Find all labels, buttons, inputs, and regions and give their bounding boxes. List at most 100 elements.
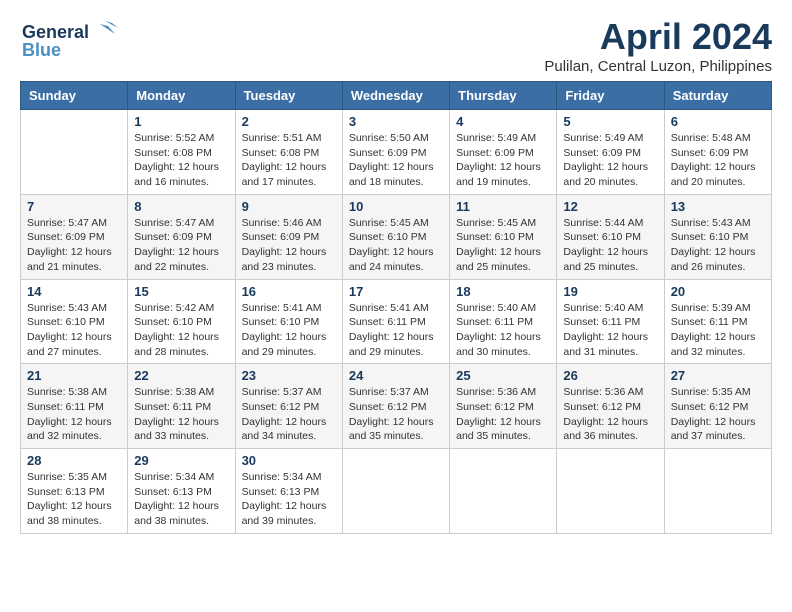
calendar-cell: 28Sunrise: 5:35 AM Sunset: 6:13 PM Dayli…: [21, 449, 128, 534]
day-info: Sunrise: 5:36 AM Sunset: 6:12 PM Dayligh…: [563, 385, 657, 444]
day-info: Sunrise: 5:49 AM Sunset: 6:09 PM Dayligh…: [456, 131, 550, 190]
day-number: 15: [134, 284, 228, 299]
day-info: Sunrise: 5:45 AM Sunset: 6:10 PM Dayligh…: [349, 216, 443, 275]
day-number: 3: [349, 114, 443, 129]
day-number: 10: [349, 199, 443, 214]
header-cell-saturday: Saturday: [664, 82, 771, 110]
calendar-cell: 19 Sunrise: 5:40 AM Sunset: 6:11 PM Dayli…: [557, 279, 664, 364]
calendar-cell: 10 Sunrise: 5:45 AM Sunset: 6:10 PM Dayli…: [342, 194, 449, 279]
day-number: 28: [27, 453, 121, 468]
day-number: 26: [563, 368, 657, 383]
week-row-3: 21 Sunrise: 5:38 AM Sunset: 6:11 PM Dayli…: [21, 364, 772, 449]
day-info: Sunrise: 5:34 AM Sunset: 6:13 PM Dayligh…: [242, 470, 336, 529]
day-number: 25: [456, 368, 550, 383]
day-info: Sunrise: 5:46 AM Sunset: 6:09 PM Dayligh…: [242, 216, 336, 275]
calendar-cell: 7 Sunrise: 5:47 AM Sunset: 6:09 PM Daylig…: [21, 194, 128, 279]
day-number: 27: [671, 368, 765, 383]
day-number: 19: [563, 284, 657, 299]
calendar-cell: [21, 110, 128, 195]
day-number: 20: [671, 284, 765, 299]
calendar-cell: 15 Sunrise: 5:42 AM Sunset: 6:10 PM Dayli…: [128, 279, 235, 364]
calendar-cell: [664, 449, 771, 534]
calendar-cell: 13Sunrise: 5:43 AM Sunset: 6:10 PM Dayli…: [664, 194, 771, 279]
calendar-cell: 2 Sunrise: 5:51 AM Sunset: 6:08 PM Daylig…: [235, 110, 342, 195]
calendar-cell: [450, 449, 557, 534]
day-info: Sunrise: 5:41 AM Sunset: 6:11 PM Dayligh…: [349, 301, 443, 360]
day-info: Sunrise: 5:49 AM Sunset: 6:09 PM Dayligh…: [563, 131, 657, 190]
calendar-cell: 17Sunrise: 5:41 AM Sunset: 6:11 PM Dayli…: [342, 279, 449, 364]
day-number: 30: [242, 453, 336, 468]
day-number: 18: [456, 284, 550, 299]
day-number: 22: [134, 368, 228, 383]
day-info: Sunrise: 5:35 AM Sunset: 6:12 PM Dayligh…: [671, 385, 765, 444]
calendar-cell: 24 Sunrise: 5:37 AM Sunset: 6:12 PM Dayli…: [342, 364, 449, 449]
day-info: Sunrise: 5:43 AM Sunset: 6:10 PM Dayligh…: [27, 301, 121, 360]
day-info: Sunrise: 5:34 AM Sunset: 6:13 PM Dayligh…: [134, 470, 228, 529]
day-info: Sunrise: 5:37 AM Sunset: 6:12 PM Dayligh…: [349, 385, 443, 444]
day-info: Sunrise: 5:48 AM Sunset: 6:09 PM Dayligh…: [671, 131, 765, 190]
day-info: Sunrise: 5:40 AM Sunset: 6:11 PM Dayligh…: [456, 301, 550, 360]
header-cell-sunday: Sunday: [21, 82, 128, 110]
day-number: 13: [671, 199, 765, 214]
header-cell-friday: Friday: [557, 82, 664, 110]
calendar-cell: 22Sunrise: 5:38 AM Sunset: 6:11 PM Dayli…: [128, 364, 235, 449]
day-info: Sunrise: 5:47 AM Sunset: 6:09 PM Dayligh…: [27, 216, 121, 275]
day-info: Sunrise: 5:36 AM Sunset: 6:12 PM Dayligh…: [456, 385, 550, 444]
calendar-cell: 30 Sunrise: 5:34 AM Sunset: 6:13 PM Dayli…: [235, 449, 342, 534]
day-number: 2: [242, 114, 336, 129]
day-info: Sunrise: 5:47 AM Sunset: 6:09 PM Dayligh…: [134, 216, 228, 275]
calendar-cell: 3Sunrise: 5:50 AM Sunset: 6:09 PM Daylig…: [342, 110, 449, 195]
calendar-table: SundayMondayTuesdayWednesdayThursdayFrid…: [20, 81, 772, 534]
calendar-cell: 26 Sunrise: 5:36 AM Sunset: 6:12 PM Dayli…: [557, 364, 664, 449]
calendar-cell: 4 Sunrise: 5:49 AM Sunset: 6:09 PM Daylig…: [450, 110, 557, 195]
svg-text:Blue: Blue: [22, 40, 61, 60]
week-row-4: 28Sunrise: 5:35 AM Sunset: 6:13 PM Dayli…: [21, 449, 772, 534]
month-title: April 2024: [544, 16, 772, 58]
header-cell-tuesday: Tuesday: [235, 82, 342, 110]
calendar-cell: 11 Sunrise: 5:45 AM Sunset: 6:10 PM Dayli…: [450, 194, 557, 279]
header-cell-thursday: Thursday: [450, 82, 557, 110]
day-number: 5: [563, 114, 657, 129]
day-number: 14: [27, 284, 121, 299]
calendar-cell: [342, 449, 449, 534]
calendar-cell: 14 Sunrise: 5:43 AM Sunset: 6:10 PM Dayli…: [21, 279, 128, 364]
calendar-header: SundayMondayTuesdayWednesdayThursdayFrid…: [21, 82, 772, 110]
page-header: General Blue April 2024 Pulilan, Central…: [20, 16, 772, 75]
title-block: April 2024 Pulilan, Central Luzon, Phili…: [544, 16, 772, 75]
day-number: 6: [671, 114, 765, 129]
calendar-cell: 9 Sunrise: 5:46 AM Sunset: 6:09 PM Daylig…: [235, 194, 342, 279]
calendar-body: 1Sunrise: 5:52 AM Sunset: 6:08 PM Daylig…: [21, 110, 772, 534]
day-info: Sunrise: 5:37 AM Sunset: 6:12 PM Dayligh…: [242, 385, 336, 444]
calendar-cell: 27 Sunrise: 5:35 AM Sunset: 6:12 PM Dayli…: [664, 364, 771, 449]
calendar-cell: [557, 449, 664, 534]
day-info: Sunrise: 5:40 AM Sunset: 6:11 PM Dayligh…: [563, 301, 657, 360]
day-number: 1: [134, 114, 228, 129]
day-number: 9: [242, 199, 336, 214]
week-row-1: 7 Sunrise: 5:47 AM Sunset: 6:09 PM Daylig…: [21, 194, 772, 279]
calendar-cell: 18 Sunrise: 5:40 AM Sunset: 6:11 PM Dayli…: [450, 279, 557, 364]
calendar-cell: 8Sunrise: 5:47 AM Sunset: 6:09 PM Daylig…: [128, 194, 235, 279]
calendar-cell: 20 Sunrise: 5:39 AM Sunset: 6:11 PM Dayli…: [664, 279, 771, 364]
week-row-0: 1Sunrise: 5:52 AM Sunset: 6:08 PM Daylig…: [21, 110, 772, 195]
day-info: Sunrise: 5:41 AM Sunset: 6:10 PM Dayligh…: [242, 301, 336, 360]
calendar-cell: 29Sunrise: 5:34 AM Sunset: 6:13 PM Dayli…: [128, 449, 235, 534]
day-info: Sunrise: 5:45 AM Sunset: 6:10 PM Dayligh…: [456, 216, 550, 275]
day-info: Sunrise: 5:42 AM Sunset: 6:10 PM Dayligh…: [134, 301, 228, 360]
calendar-cell: 25 Sunrise: 5:36 AM Sunset: 6:12 PM Dayli…: [450, 364, 557, 449]
header-row: SundayMondayTuesdayWednesdayThursdayFrid…: [21, 82, 772, 110]
day-info: Sunrise: 5:51 AM Sunset: 6:08 PM Dayligh…: [242, 131, 336, 190]
day-info: Sunrise: 5:39 AM Sunset: 6:11 PM Dayligh…: [671, 301, 765, 360]
day-info: Sunrise: 5:38 AM Sunset: 6:11 PM Dayligh…: [27, 385, 121, 444]
svg-text:General: General: [22, 22, 89, 42]
calendar-cell: 12Sunrise: 5:44 AM Sunset: 6:10 PM Dayli…: [557, 194, 664, 279]
day-number: 7: [27, 199, 121, 214]
header-cell-monday: Monday: [128, 82, 235, 110]
day-number: 21: [27, 368, 121, 383]
day-number: 23: [242, 368, 336, 383]
location-title: Pulilan, Central Luzon, Philippines: [544, 58, 772, 75]
logo: General Blue: [20, 16, 120, 66]
calendar-cell: 23 Sunrise: 5:37 AM Sunset: 6:12 PM Dayli…: [235, 364, 342, 449]
day-number: 11: [456, 199, 550, 214]
day-number: 24: [349, 368, 443, 383]
day-number: 4: [456, 114, 550, 129]
